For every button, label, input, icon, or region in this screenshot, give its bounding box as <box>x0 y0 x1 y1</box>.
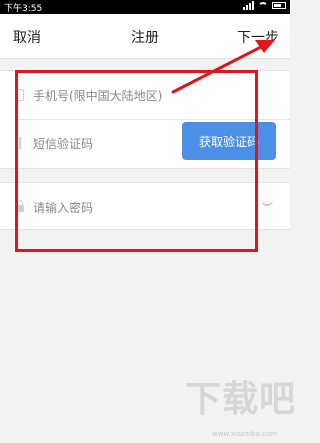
lock-icon <box>16 200 24 212</box>
password-input[interactable]: 请输入密码 <box>33 199 93 216</box>
status-bar: 下午3:55 <box>0 0 290 14</box>
phone-sms-group: 手机号(限中国大陆地区) 短信验证码 获取验证码 <box>0 70 290 169</box>
row-divider <box>16 119 290 120</box>
get-code-button[interactable]: 获取验证码 <box>182 122 276 160</box>
nav-bar: 取消 注册 下一步 <box>0 14 290 59</box>
wifi-icon <box>258 1 268 10</box>
show-password-icon[interactable] <box>261 200 273 206</box>
sms-code-input[interactable]: 短信验证码 <box>33 135 93 152</box>
sms-code-icon <box>16 137 24 149</box>
watermark-url: www.xiazaiba.com <box>212 430 277 438</box>
signal-icon <box>243 1 254 10</box>
phone-input[interactable]: 手机号(限中国大陆地区) <box>33 87 162 104</box>
phone-icon <box>16 89 24 101</box>
next-step-button[interactable]: 下一步 <box>237 27 279 47</box>
watermark-logo: 下载吧 <box>185 379 297 420</box>
status-icons <box>243 1 286 10</box>
status-time: 下午3:55 <box>4 4 43 14</box>
password-group: 请输入密码 <box>0 182 290 230</box>
battery-icon <box>272 2 286 9</box>
